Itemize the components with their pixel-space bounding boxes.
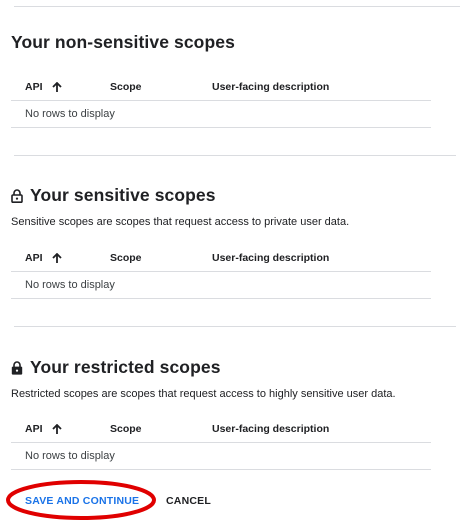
cancel-button[interactable]: CANCEL <box>166 488 211 514</box>
sensitive-scopes-table: API Scope User-facing description No row… <box>11 245 431 299</box>
empty-row: No rows to display <box>11 443 431 470</box>
section-divider <box>14 326 456 327</box>
api-column-label: API <box>25 423 43 435</box>
api-column-header[interactable]: API <box>25 252 62 264</box>
restricted-scopes-table: API Scope User-facing description No row… <box>11 416 431 470</box>
save-and-continue-button[interactable]: SAVE AND CONTINUE <box>25 488 139 514</box>
api-column-header[interactable]: API <box>25 423 62 435</box>
sensitive-scopes-title: Your sensitive scopes <box>11 185 216 206</box>
top-divider <box>14 6 460 7</box>
restricted-scopes-description: Restricted scopes are scopes that reques… <box>11 388 396 400</box>
empty-row: No rows to display <box>11 272 431 299</box>
table-header: API Scope User-facing description <box>11 416 431 443</box>
scope-column-header[interactable]: Scope <box>110 252 142 264</box>
lock-icon <box>11 360 23 375</box>
description-column-header[interactable]: User-facing description <box>212 252 329 264</box>
table-header: API Scope User-facing description <box>11 245 431 272</box>
empty-row: No rows to display <box>11 101 431 128</box>
arrow-up-icon <box>51 423 62 434</box>
arrow-up-icon <box>51 81 62 92</box>
api-column-header[interactable]: API <box>25 81 62 93</box>
arrow-up-icon <box>51 252 62 263</box>
scope-column-header[interactable]: Scope <box>110 423 142 435</box>
sensitive-scopes-title-text: Your sensitive scopes <box>30 185 216 205</box>
restricted-scopes-title-text: Your restricted scopes <box>30 357 221 377</box>
empty-row-text: No rows to display <box>25 279 115 291</box>
section-divider <box>14 155 456 156</box>
description-column-header[interactable]: User-facing description <box>212 423 329 435</box>
scope-column-header[interactable]: Scope <box>110 81 142 93</box>
empty-row-text: No rows to display <box>25 450 115 462</box>
table-header: API Scope User-facing description <box>11 74 431 101</box>
sensitive-scopes-description: Sensitive scopes are scopes that request… <box>11 216 350 228</box>
non-sensitive-scopes-table: API Scope User-facing description No row… <box>11 74 431 128</box>
api-column-label: API <box>25 252 43 264</box>
non-sensitive-scopes-title: Your non-sensitive scopes <box>11 32 235 53</box>
api-column-label: API <box>25 81 43 93</box>
empty-row-text: No rows to display <box>25 108 115 120</box>
form-actions: SAVE AND CONTINUE CANCEL <box>14 488 456 516</box>
non-sensitive-scopes-title-text: Your non-sensitive scopes <box>11 32 235 52</box>
restricted-scopes-title: Your restricted scopes <box>11 357 221 378</box>
description-column-header[interactable]: User-facing description <box>212 81 329 93</box>
lock-open-icon <box>11 188 23 203</box>
